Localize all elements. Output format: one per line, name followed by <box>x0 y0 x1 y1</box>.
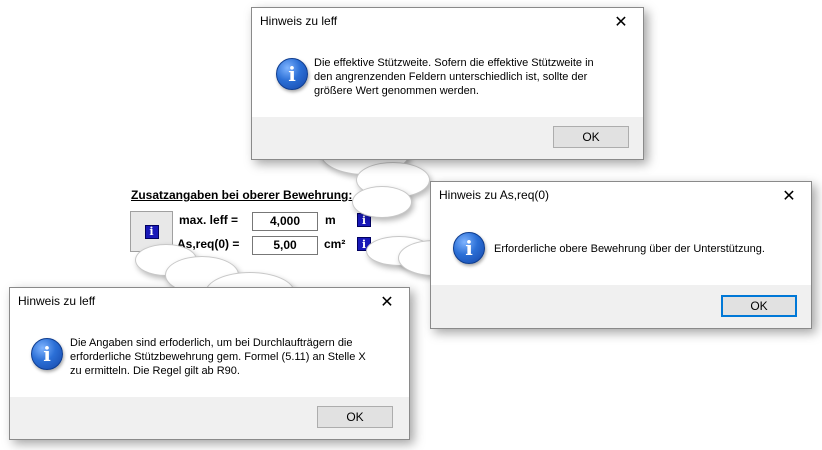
as-req-input[interactable]: 5,00 <box>252 236 318 255</box>
close-icon[interactable]: ✕ <box>767 182 811 210</box>
info-icon: i <box>276 58 308 90</box>
dialog-message: Die Angaben sind erfoderlich, um bei Dur… <box>70 337 366 377</box>
max-leff-input[interactable]: 4,000 <box>252 212 318 231</box>
dialog-body: i Erforderliche obere Bewehrung über der… <box>431 210 811 286</box>
titlebar: Hinweis zu leff ✕ <box>10 288 409 316</box>
section-heading: Zusatzangaben bei oberer Bewehrung: <box>131 188 353 202</box>
ok-button[interactable]: OK <box>553 126 629 148</box>
ok-button[interactable]: OK <box>721 295 797 317</box>
close-icon[interactable]: ✕ <box>599 8 643 36</box>
info-icon: i <box>144 224 159 239</box>
info-icon: i <box>31 338 63 370</box>
ok-button[interactable]: OK <box>317 406 393 428</box>
dialog-footer: OK <box>431 285 811 328</box>
dialog-footer: OK <box>10 397 409 439</box>
dialog-as-req: Hinweis zu As,req(0) ✕ i Erforderliche o… <box>430 181 812 329</box>
unit-m: m <box>325 213 336 227</box>
titlebar: Hinweis zu leff ✕ <box>252 8 643 36</box>
dialog-title: Hinweis zu As,req(0) <box>439 188 550 202</box>
dialog-title: Hinweis zu leff <box>260 14 338 28</box>
titlebar: Hinweis zu As,req(0) ✕ <box>431 182 811 210</box>
close-icon[interactable]: ✕ <box>365 288 409 316</box>
dialog-body: i Die effektive Stützweite. Sofern die e… <box>252 36 643 118</box>
dialog-title: Hinweis zu leff <box>18 294 96 308</box>
unit-cm2: cm² <box>324 237 346 251</box>
dialog-body: i Die Angaben sind erfoderlich, um bei D… <box>10 316 409 398</box>
callout-bubble <box>352 186 412 218</box>
dialog-leff-top: Hinweis zu leff ✕ i Die effektive Stützw… <box>251 7 644 160</box>
dialog-footer: OK <box>252 117 643 159</box>
dialog-leff-bottom: Hinweis zu leff ✕ i Die Angaben sind erf… <box>9 287 410 440</box>
dialog-message: Erforderliche obere Bewehrung über der U… <box>494 243 765 255</box>
label-max-leff: max. leff = <box>179 213 239 227</box>
dialog-message: Die effektive Stützweite. Sofern die eff… <box>314 57 594 97</box>
info-icon: i <box>453 232 485 264</box>
